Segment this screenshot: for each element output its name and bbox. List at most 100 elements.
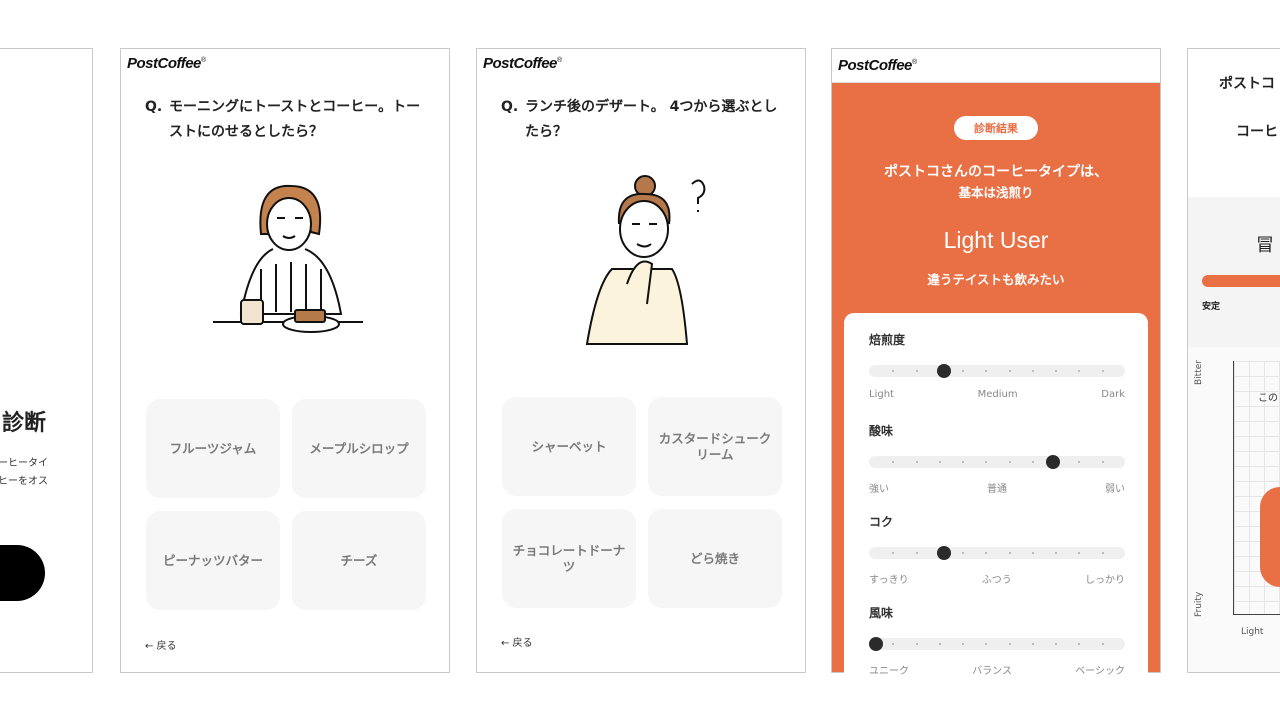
chart-note: この xyxy=(1258,393,1278,404)
slider-tick xyxy=(1031,461,1034,463)
logo[interactable]: PostCoffee® xyxy=(127,55,206,72)
slider-tick xyxy=(985,370,988,372)
tendency-bar xyxy=(1202,275,1280,287)
scale-label: すっきり xyxy=(869,575,909,586)
slider-tick xyxy=(1031,643,1034,645)
logo[interactable]: PostCoffee® xyxy=(483,55,562,72)
option-button[interactable]: ピーナッツバター xyxy=(146,511,280,610)
slider-label: 風味 xyxy=(869,606,894,620)
axis-label-left: Light xyxy=(1241,627,1264,637)
slider-tick xyxy=(1078,643,1081,645)
taste-slider[interactable] xyxy=(869,455,1125,469)
scale-label: ユニーク xyxy=(869,666,909,677)
axis-label-top: Bitter xyxy=(1194,360,1204,385)
slider-thumb[interactable] xyxy=(1045,455,1060,469)
result-badge: 診断結果 xyxy=(954,116,1038,140)
slider-tick xyxy=(892,461,895,463)
bar-left-label: 安定 xyxy=(1202,302,1221,312)
slider-tick xyxy=(1008,461,1011,463)
detail-section: 冒 安定 xyxy=(1188,197,1280,347)
scale-label: ふつう xyxy=(981,575,1012,586)
taste-map: Bitter Fruity この Light xyxy=(1188,347,1280,672)
slider-tick xyxy=(1078,370,1081,372)
slider-tick xyxy=(938,643,941,645)
slider-tick xyxy=(938,461,941,463)
taste-slider[interactable] xyxy=(869,364,1125,378)
slider-scale: 強い 普通 弱い xyxy=(869,480,1125,495)
intro-title: 診断 xyxy=(1,411,46,436)
slider-scale: Light Medium Dark xyxy=(869,389,1125,400)
scale-label: Medium xyxy=(977,389,1018,400)
taste-slider[interactable] xyxy=(869,637,1125,651)
slider-tick xyxy=(1008,643,1011,645)
question-screen-2: PostCoffee® Q. ランチ後のデザート。 4つから選ぶとしたら？ シャー… xyxy=(476,48,806,673)
option-button[interactable]: チョコレートドーナツ xyxy=(502,509,636,608)
slider-thumb[interactable] xyxy=(936,546,951,560)
slider-tick xyxy=(962,552,965,554)
detail-title-line1: ポストコ xyxy=(1219,76,1275,92)
toast-illustration xyxy=(213,184,363,333)
start-button[interactable] xyxy=(0,545,45,601)
result-line2: 基本は浅煎り xyxy=(958,185,1034,200)
slider-tick xyxy=(915,643,918,645)
logo[interactable]: PostCoffee® xyxy=(838,57,917,74)
slider-tick xyxy=(962,461,965,463)
result-type: Light User xyxy=(943,227,1049,253)
result-screen: PostCoffee® 診断結果 ポストコさんのコーヒータイプは、 基本は浅煎り… xyxy=(831,48,1161,678)
slider-tick xyxy=(1101,370,1104,372)
slider-tick xyxy=(962,643,965,645)
slider-tick xyxy=(1055,552,1058,554)
result-tagline: 違うテイストも飲みたい xyxy=(927,272,1065,287)
intro-desc-line: ーヒータイ xyxy=(0,458,48,469)
question-text: Q. ランチ後のデザート。 4つから選ぶとしたら？ xyxy=(501,99,778,140)
slider-tick xyxy=(985,552,988,554)
back-link[interactable]: ← 戻る xyxy=(145,637,177,652)
slider-tick xyxy=(1055,643,1058,645)
option-button[interactable]: フルーツジャム xyxy=(146,399,280,498)
option-button[interactable]: カスタードシュークリーム xyxy=(648,397,782,496)
slider-tick xyxy=(1031,552,1034,554)
result-panel: 診断結果 ポストコさんのコーヒータイプは、 基本は浅煎り Light User … xyxy=(832,83,1160,678)
slider-scale: すっきり ふつう しっかり xyxy=(869,571,1125,586)
slider-label: 酸味 xyxy=(869,424,894,438)
scale-label: しっかり xyxy=(1084,575,1125,586)
slider-label: コク xyxy=(869,515,894,529)
slider-tick xyxy=(1101,552,1104,554)
slider-thumb[interactable] xyxy=(869,637,883,651)
result-line1: ポストコさんのコーヒータイプは、 xyxy=(884,164,1108,180)
thinking-woman-illustration xyxy=(585,175,706,345)
axis-label-bottom: Fruity xyxy=(1194,591,1204,617)
slider-tick xyxy=(1031,370,1034,372)
scale-label: Light xyxy=(869,389,894,400)
slider-tick xyxy=(892,552,895,554)
slider-tick xyxy=(985,461,988,463)
slider-tick xyxy=(1008,370,1011,372)
taste-card: 焙煎度 Light Medium Dark 酸味 強い 普通 弱い コク すっき… xyxy=(844,313,1148,678)
slider-tick xyxy=(1055,370,1058,372)
option-button[interactable]: メープルシロップ xyxy=(292,399,426,498)
slider-tick xyxy=(962,370,965,372)
slider-tick xyxy=(1101,643,1104,645)
slider-tick xyxy=(1101,461,1104,463)
option-button[interactable]: チーズ xyxy=(292,511,426,610)
slider-tick xyxy=(915,552,918,554)
scale-label: 強い xyxy=(869,484,889,495)
question-text: Q. モーニングにトーストとコーヒー。トーストにのせるとしたら？ xyxy=(145,99,421,140)
section-title: 冒 xyxy=(1256,235,1274,256)
option-button[interactable]: シャーベット xyxy=(502,397,636,496)
slider-tick xyxy=(915,461,918,463)
slider-scale: ユニーク バランス ベーシック xyxy=(869,662,1125,677)
slider-label: 焙煎度 xyxy=(869,333,906,347)
scale-label: 弱い xyxy=(1105,484,1125,495)
detail-screen: ポストコ コーヒ 冒 安定 Bitter Fruity この Light xyxy=(1187,48,1280,673)
slider-tick xyxy=(985,643,988,645)
slider-thumb[interactable] xyxy=(936,364,951,378)
scale-label: Dark xyxy=(1101,389,1125,400)
option-button[interactable]: どら焼き xyxy=(648,509,782,608)
back-link[interactable]: ← 戻る xyxy=(501,634,533,649)
intro-screen: 診断 ーヒータイ ヒーをオス xyxy=(0,48,93,673)
scale-label: バランス xyxy=(972,666,1012,677)
taste-blob xyxy=(1260,487,1280,587)
taste-slider[interactable] xyxy=(869,546,1125,560)
scale-label: ベーシック xyxy=(1075,666,1125,677)
